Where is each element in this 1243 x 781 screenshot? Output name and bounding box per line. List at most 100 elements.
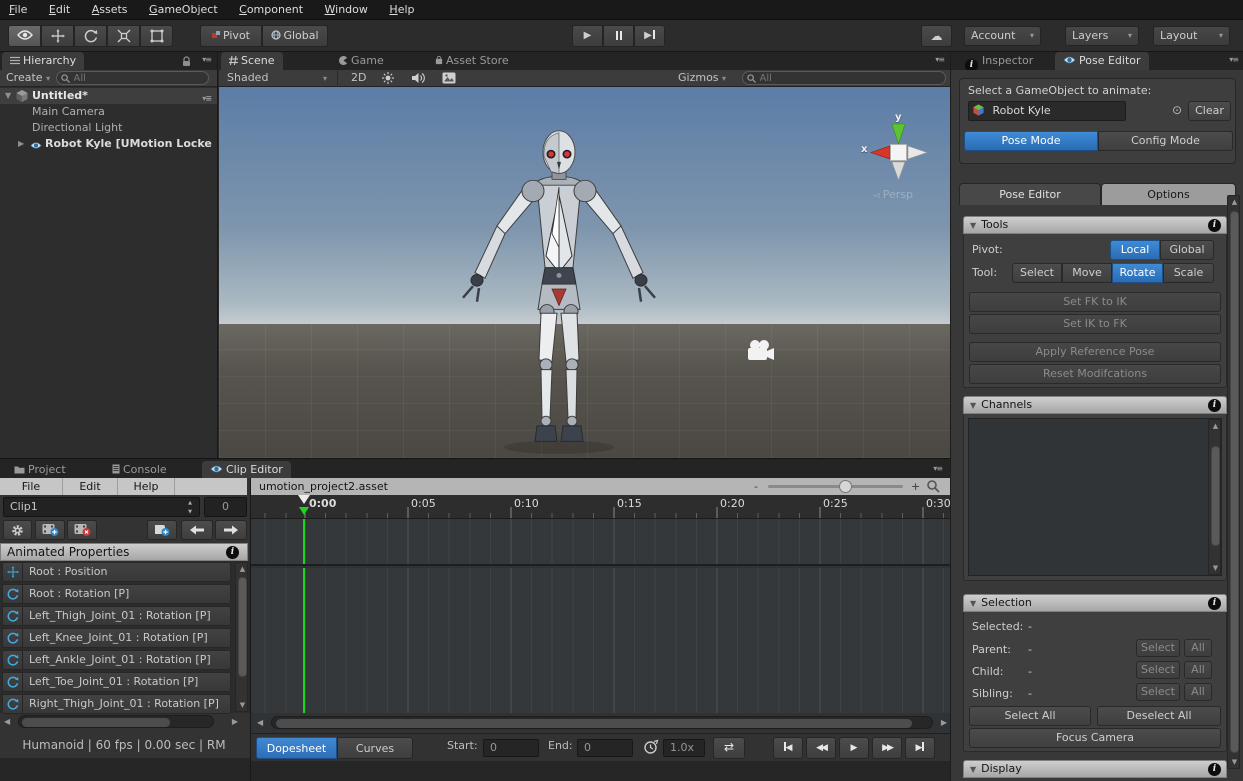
speed-field[interactable]: 1.0x [663, 739, 705, 757]
pause-button[interactable] [603, 25, 634, 47]
pose-mode-button[interactable]: Pose Mode [964, 131, 1098, 151]
timeline-hscrollbar[interactable]: ◀ ▶ [251, 715, 951, 730]
frame-field[interactable]: 0 [204, 497, 247, 517]
account-dropdown[interactable]: Account▾ [964, 26, 1041, 46]
tool-scale-button[interactable]: Scale [1163, 263, 1214, 283]
scene-search-input[interactable] [760, 73, 901, 85]
playhead-marker-green[interactable] [299, 507, 309, 515]
scroll-down-icon[interactable]: ▼ [1209, 564, 1222, 572]
dopesheet-area[interactable] [251, 568, 950, 713]
subtab-options[interactable]: Options [1101, 183, 1236, 205]
next-frame-button[interactable] [215, 520, 247, 540]
persp-label[interactable]: ◅ Persp [873, 188, 913, 201]
panel-menu-icon[interactable]: ▾≡ [935, 55, 944, 64]
scroll-right-icon[interactable]: ▶ [941, 715, 947, 730]
zoom-slider-track[interactable] [768, 485, 903, 488]
panel-menu-icon[interactable]: ▾≡ [933, 464, 942, 473]
clock-icon[interactable] [643, 739, 659, 758]
tab-scene[interactable]: Scene [221, 52, 283, 70]
move-tool-button[interactable] [41, 25, 74, 47]
zoom-slider-thumb[interactable] [839, 480, 852, 493]
skip-end-button[interactable]: ▶ [905, 737, 935, 759]
properties-hscrollbar[interactable]: ◀ ▶ [0, 714, 248, 729]
clip-menu-help[interactable]: Help [118, 478, 175, 495]
scroll-up-icon[interactable]: ▲ [1209, 422, 1222, 430]
clip-menu-edit[interactable]: Edit [63, 478, 118, 495]
panel-menu-icon[interactable]: ▾≡ [1229, 55, 1238, 64]
scene-row[interactable]: ▼ Untitled* ▾≡ [0, 88, 217, 104]
start-field[interactable]: 0 [483, 739, 539, 757]
add-clip-button[interactable] [35, 520, 65, 540]
zoom-out-label[interactable]: - [754, 478, 758, 495]
view-tool-button[interactable] [8, 25, 41, 47]
tab-clip-editor[interactable]: Clip Editor [202, 461, 291, 479]
end-field[interactable]: 0 [577, 739, 633, 757]
orientation-gizmo[interactable]: y x ◅ Persp [859, 112, 949, 212]
tab-game[interactable]: Game [331, 52, 392, 70]
channels-scrollbar[interactable]: ▲ ▼ [1208, 419, 1221, 575]
sibling-all-button[interactable]: All [1184, 683, 1212, 701]
scroll-left-icon[interactable]: ◀ [257, 715, 263, 730]
rewind-button[interactable]: ◀◀ [806, 737, 836, 759]
property-row[interactable]: Left_Knee_Joint_01 : Rotation [P] [2, 628, 231, 648]
child-all-button[interactable]: All [1184, 661, 1212, 679]
foldout-expanded-icon[interactable]: ▼ [5, 88, 11, 104]
set-fk-to-ik-button[interactable]: Set FK to IK [969, 292, 1221, 312]
axis-gizmo-icon[interactable] [859, 122, 949, 192]
scroll-thumb[interactable] [276, 719, 912, 728]
timeline-play-button[interactable]: ▶ [839, 737, 869, 759]
lighting-icon[interactable] [382, 72, 394, 87]
pivot-local-button[interactable]: Local [1110, 240, 1160, 260]
pivot-global-button[interactable]: Global [1160, 240, 1214, 260]
tab-hierarchy[interactable]: Hierarchy [2, 52, 84, 70]
focus-camera-button[interactable]: Focus Camera [969, 728, 1221, 748]
camera-gizmo-icon[interactable] [745, 339, 775, 366]
reset-modifications-button[interactable]: Reset Modifcations [969, 364, 1221, 384]
selection-section-header[interactable]: ▼Selection [963, 594, 1227, 612]
info-icon[interactable] [1208, 399, 1221, 412]
menu-file[interactable]: File [0, 0, 36, 19]
skip-start-button[interactable]: ◀ [773, 737, 803, 759]
scene-search[interactable] [742, 71, 946, 85]
rect-tool-button[interactable] [140, 25, 173, 47]
info-icon[interactable] [226, 546, 239, 559]
clip-dropdown[interactable]: Clip1 ▲▼ [3, 497, 200, 517]
tab-asset-store[interactable]: Asset Store [427, 52, 517, 70]
create-dropdown[interactable]: Create ▾ [6, 71, 50, 84]
child-select-button[interactable]: Select [1136, 661, 1180, 679]
prev-frame-button[interactable] [181, 520, 213, 540]
timeline-master-track[interactable] [251, 519, 950, 566]
property-row[interactable]: Left_Toe_Joint_01 : Rotation [P] [2, 672, 231, 692]
tab-curves[interactable]: Curves [337, 737, 413, 759]
shading-mode-dropdown[interactable]: Shaded [227, 71, 268, 84]
playhead-marker[interactable] [298, 495, 310, 504]
clip-menu-file[interactable]: File [0, 478, 63, 495]
cloud-button[interactable]: ☁ [921, 25, 952, 47]
scroll-down-icon[interactable]: ▼ [1228, 758, 1241, 766]
tab-console[interactable]: Console [104, 461, 175, 479]
fast-forward-button[interactable]: ▶▶ [872, 737, 902, 759]
audio-icon[interactable] [412, 72, 425, 87]
sibling-select-button[interactable]: Select [1136, 683, 1180, 701]
playhead-line[interactable] [303, 568, 305, 713]
menu-assets[interactable]: Assets [83, 0, 137, 19]
config-mode-button[interactable]: Config Mode [1098, 131, 1233, 151]
menu-component[interactable]: Component [230, 0, 312, 19]
panel-menu-icon[interactable]: ▾≡ [202, 55, 211, 64]
layout-dropdown[interactable]: Layout▾ [1153, 26, 1230, 46]
property-row[interactable]: Left_Thigh_Joint_01 : Rotation [P] [2, 606, 231, 626]
set-ik-to-fk-button[interactable]: Set IK to FK [969, 314, 1221, 334]
scroll-thumb[interactable] [238, 577, 247, 677]
settings-button[interactable] [3, 520, 32, 540]
deselect-all-button[interactable]: Deselect All [1097, 706, 1221, 726]
robot-kyle-model[interactable] [449, 125, 669, 455]
gizmos-dropdown[interactable]: Gizmos ▾ [678, 71, 726, 84]
display-section-header[interactable]: ▼Display [963, 760, 1227, 778]
scale-tool-button[interactable] [107, 25, 140, 47]
select-all-button[interactable]: Select All [969, 706, 1091, 726]
scroll-right-icon[interactable]: ▶ [232, 714, 238, 729]
playhead-line[interactable] [303, 519, 305, 564]
pose-editor-scrollbar[interactable]: ▲ ▼ [1227, 195, 1240, 769]
global-toggle-button[interactable]: Global [262, 25, 328, 47]
apply-reference-pose-button[interactable]: Apply Reference Pose [969, 342, 1221, 362]
